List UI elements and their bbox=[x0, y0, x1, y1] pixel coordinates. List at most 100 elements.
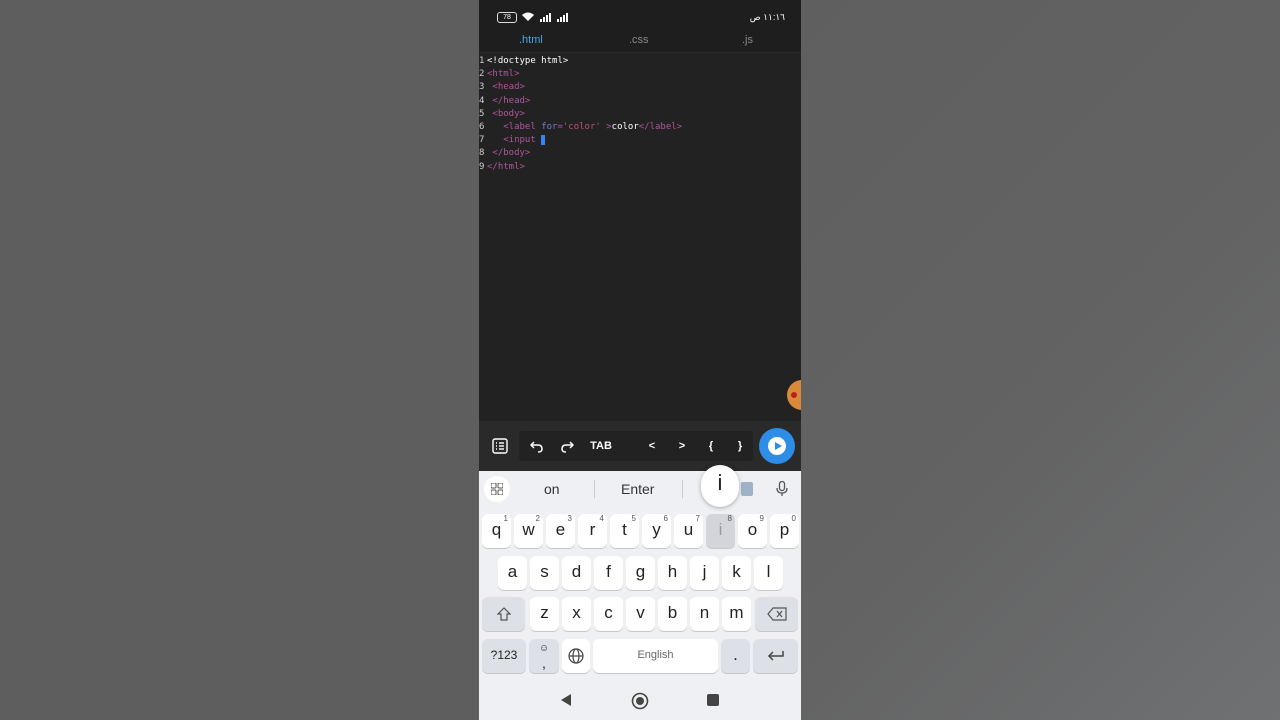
code-token: color bbox=[611, 122, 639, 132]
line-number: 4 bbox=[479, 95, 485, 106]
line-number: 2 bbox=[479, 69, 485, 80]
code-line[interactable]: 7 <input bbox=[479, 134, 546, 147]
key-label: y bbox=[652, 520, 661, 539]
backspace-key[interactable] bbox=[755, 597, 798, 631]
battery-indicator: 78 bbox=[497, 12, 517, 23]
tab-css[interactable]: .css bbox=[629, 34, 649, 46]
less-than-button[interactable]: < bbox=[645, 421, 659, 471]
code-line[interactable]: 3 <head> bbox=[479, 81, 525, 94]
code-token: <input bbox=[487, 135, 542, 146]
code-token: <label bbox=[487, 122, 542, 132]
key-v[interactable]: v bbox=[626, 597, 655, 631]
language-key[interactable] bbox=[562, 639, 590, 673]
key-b[interactable]: b bbox=[658, 597, 687, 631]
apps-grid-icon[interactable] bbox=[484, 476, 510, 502]
key-number-hint: 1 bbox=[503, 514, 508, 523]
key-u[interactable]: u7 bbox=[674, 514, 703, 548]
key-label: o bbox=[747, 520, 758, 539]
signal-icon-2 bbox=[557, 13, 568, 22]
open-brace-button[interactable]: { bbox=[704, 421, 718, 471]
key-p[interactable]: p0 bbox=[770, 514, 799, 548]
close-brace-button[interactable]: } bbox=[733, 421, 747, 471]
key-label: u bbox=[683, 520, 694, 539]
code-line[interactable]: 1 <!doctype html> bbox=[479, 55, 568, 68]
key-l[interactable]: l bbox=[754, 556, 783, 590]
globe-icon bbox=[568, 648, 584, 664]
key-label: w bbox=[522, 520, 535, 539]
code-line[interactable]: 8 </body> bbox=[479, 147, 530, 160]
key-m[interactable]: m bbox=[722, 597, 751, 631]
line-number: 8 bbox=[479, 148, 485, 159]
code-line[interactable]: 9 </html> bbox=[479, 161, 525, 174]
code-token: </body> bbox=[487, 148, 531, 159]
key-k[interactable]: k bbox=[722, 556, 751, 590]
enter-key[interactable] bbox=[753, 639, 798, 673]
tab-html[interactable]: .html bbox=[519, 34, 543, 46]
code-token: for bbox=[541, 122, 558, 132]
back-icon[interactable] bbox=[560, 693, 572, 707]
status-bar: 78 ١١:١٦ ص bbox=[479, 0, 801, 32]
microphone-icon[interactable] bbox=[776, 481, 788, 497]
suggestion-bar: on Enter i bbox=[479, 465, 801, 507]
code-line[interactable]: 6 <label for='color' >color</label> bbox=[479, 121, 682, 134]
greater-than-button[interactable]: > bbox=[675, 421, 689, 471]
key-label: i bbox=[718, 520, 723, 539]
key-number-hint: 6 bbox=[663, 514, 668, 523]
key-y[interactable]: y6 bbox=[642, 514, 671, 548]
key-e[interactable]: e3 bbox=[546, 514, 575, 548]
period-key[interactable]: . bbox=[721, 639, 750, 673]
numbers-key[interactable]: ?123 bbox=[482, 639, 526, 673]
key-number-hint: 9 bbox=[759, 514, 764, 523]
code-line[interactable]: 4 </head> bbox=[479, 95, 530, 108]
key-g[interactable]: g bbox=[626, 556, 655, 590]
editor-toolbar: TAB < > { } bbox=[479, 421, 801, 471]
key-s[interactable]: s bbox=[530, 556, 559, 590]
redo-icon[interactable] bbox=[560, 439, 574, 453]
key-number-hint: 8 bbox=[727, 514, 732, 523]
key-c[interactable]: c bbox=[594, 597, 623, 631]
tab-key-button[interactable]: TAB bbox=[587, 421, 615, 471]
key-w[interactable]: w2 bbox=[514, 514, 543, 548]
line-number: 9 bbox=[479, 161, 485, 172]
list-icon[interactable] bbox=[492, 438, 508, 454]
key-r[interactable]: r4 bbox=[578, 514, 607, 548]
key-label: e bbox=[555, 520, 566, 539]
key-number-hint: 3 bbox=[567, 514, 572, 523]
line-number: 7 bbox=[479, 135, 485, 146]
key-o[interactable]: o9 bbox=[738, 514, 767, 548]
key-i[interactable]: i8 bbox=[706, 514, 735, 548]
key-t[interactable]: t5 bbox=[610, 514, 639, 548]
key-f[interactable]: f bbox=[594, 556, 623, 590]
emoji-comma-key[interactable]: ☺ , bbox=[529, 639, 559, 673]
code-editor[interactable]: 1 <!doctype html> 2 <html> 3 <head> 4 </head>… bbox=[479, 53, 801, 421]
phone-screen: 78 ١١:١٦ ص .html .css .js 1 <!doctype htm… bbox=[479, 0, 801, 720]
key-x[interactable]: x bbox=[562, 597, 591, 631]
suggestion-divider-2 bbox=[682, 480, 683, 498]
translate-icon[interactable] bbox=[741, 482, 753, 496]
code-token: 'color' bbox=[562, 122, 601, 132]
key-a[interactable]: a bbox=[498, 556, 527, 590]
space-bar[interactable]: English bbox=[593, 639, 718, 673]
suggestion-enter[interactable]: Enter bbox=[621, 481, 654, 497]
run-button[interactable] bbox=[759, 428, 795, 464]
key-n[interactable]: n bbox=[690, 597, 719, 631]
code-line[interactable]: 2 <html> bbox=[479, 68, 520, 81]
key-preview-popup: i bbox=[701, 465, 739, 507]
suggestion-on[interactable]: on bbox=[544, 481, 560, 497]
home-icon[interactable] bbox=[631, 692, 649, 710]
key-q[interactable]: q1 bbox=[482, 514, 511, 548]
tab-js[interactable]: .js bbox=[742, 34, 753, 46]
key-z[interactable]: z bbox=[530, 597, 559, 631]
key-label: t bbox=[622, 520, 627, 539]
key-number-hint: 5 bbox=[631, 514, 636, 523]
key-number-hint: 2 bbox=[535, 514, 540, 523]
key-j[interactable]: j bbox=[690, 556, 719, 590]
undo-icon[interactable] bbox=[530, 439, 544, 453]
key-h[interactable]: h bbox=[658, 556, 687, 590]
key-d[interactable]: d bbox=[562, 556, 591, 590]
code-line[interactable]: 5 <body> bbox=[479, 108, 525, 121]
navigation-bar bbox=[479, 680, 801, 720]
recents-icon[interactable] bbox=[707, 694, 719, 706]
code-token: <body> bbox=[487, 108, 525, 119]
shift-key[interactable] bbox=[482, 597, 525, 631]
